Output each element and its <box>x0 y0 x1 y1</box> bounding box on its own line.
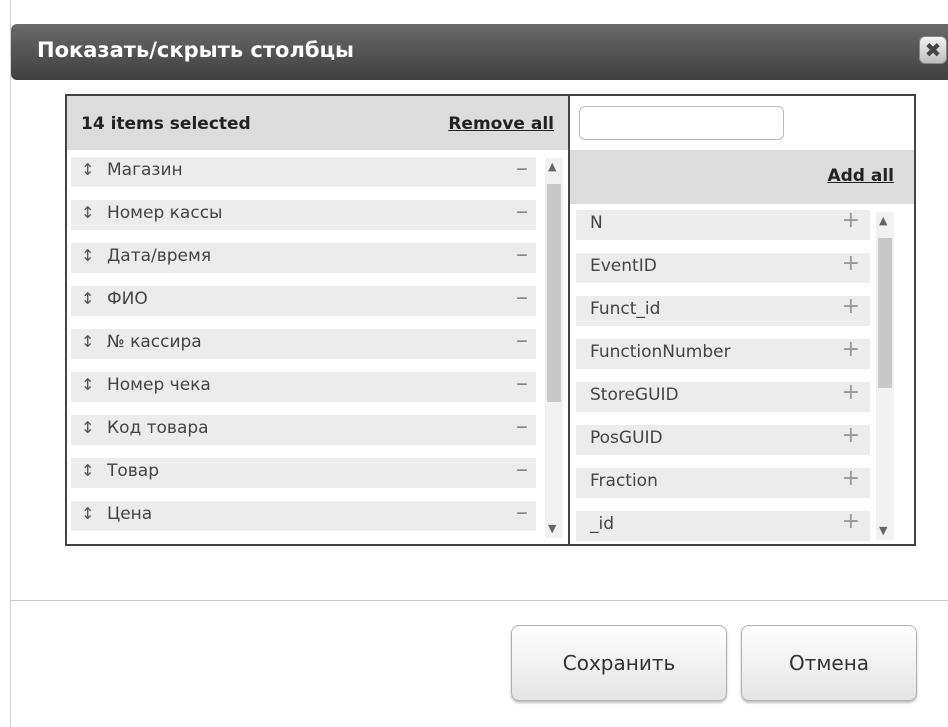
selected-item-label: № кассира <box>107 332 202 352</box>
drag-handle-icon[interactable]: ↕ <box>81 418 94 437</box>
selected-list: ↕ Магазин – ↕ Номер кассы – ↕ Дата/время – ↕ ФИ… <box>67 150 540 544</box>
available-item-label: Funct_id <box>590 299 661 319</box>
scroll-down-icon[interactable]: ▼ <box>548 522 556 535</box>
selected-item[interactable]: ↕ Дата/время – <box>67 236 540 279</box>
selected-item[interactable]: ↕ Магазин – <box>67 150 540 193</box>
available-item[interactable]: Fraction + <box>570 462 872 505</box>
dialog-title: Показать/скрыть столбцы <box>37 38 355 62</box>
remove-item-icon[interactable]: – <box>516 498 528 526</box>
close-icon[interactable]: ✖ <box>919 36 947 64</box>
save-button[interactable]: Сохранить <box>511 625 727 701</box>
add-item-icon[interactable]: + <box>842 466 860 491</box>
selected-columns-panel: 14 items selected Remove all ↕ Магазин – ↕… <box>67 96 568 544</box>
available-item-label: _id <box>590 514 615 534</box>
selected-scroll-thumb[interactable] <box>547 184 561 402</box>
selected-item-label: Цена <box>107 504 153 524</box>
add-item-icon[interactable]: + <box>842 337 860 362</box>
selected-item-label: Товар <box>107 461 160 481</box>
remove-item-icon[interactable]: – <box>516 412 528 440</box>
selected-item-label: ФИО <box>107 289 148 309</box>
remove-item-icon[interactable]: – <box>516 197 528 225</box>
selected-item-label: Номер кассы <box>107 203 223 223</box>
available-item[interactable]: _id + <box>570 505 872 544</box>
drag-handle-icon[interactable]: ↕ <box>81 160 94 179</box>
available-scrollbar[interactable]: ▲ ▼ <box>876 212 894 540</box>
selected-item[interactable]: ↕ Номер кассы – <box>67 193 540 236</box>
selected-item[interactable]: ↕ Номер чека – <box>67 365 540 408</box>
available-item[interactable]: StoreGUID + <box>570 376 872 419</box>
available-item-label: EventID <box>590 256 657 276</box>
add-item-icon[interactable]: + <box>842 509 860 534</box>
remove-all-link[interactable]: Remove all <box>448 114 554 134</box>
add-item-icon[interactable]: + <box>842 423 860 448</box>
selected-count: 14 items selected <box>81 114 251 134</box>
scroll-up-icon[interactable]: ▲ <box>548 160 556 173</box>
remove-item-icon[interactable]: – <box>516 369 528 397</box>
drag-handle-icon[interactable]: ↕ <box>81 332 94 351</box>
available-list: N + EventID + Funct_id + FunctionNumber + St… <box>570 204 872 544</box>
selected-item-label: Код товара <box>107 418 209 438</box>
available-item[interactable]: Funct_id + <box>570 290 872 333</box>
add-all-link[interactable]: Add all <box>827 166 894 186</box>
remove-item-icon[interactable]: – <box>516 283 528 311</box>
selected-item[interactable]: ↕ Товар – <box>67 451 540 494</box>
drag-handle-icon[interactable]: ↕ <box>81 504 94 523</box>
available-item-label: Fraction <box>590 471 658 491</box>
remove-item-icon[interactable]: – <box>516 326 528 354</box>
remove-item-icon[interactable]: – <box>516 154 528 182</box>
remove-item-icon[interactable]: – <box>516 240 528 268</box>
scroll-up-icon[interactable]: ▲ <box>879 214 887 227</box>
selected-item-label: Номер чека <box>107 375 211 395</box>
selected-item-label: Дата/время <box>107 246 212 266</box>
available-item[interactable]: PosGUID + <box>570 419 872 462</box>
selected-item[interactable]: ↕ ФИО – <box>67 279 540 322</box>
selected-item[interactable]: ↕К– <box>67 537 540 544</box>
scroll-down-icon[interactable]: ▼ <box>879 524 887 537</box>
selected-item-label: Магазин <box>107 160 183 180</box>
dialog: Показать/скрыть столбцы ✖ 14 items selec… <box>10 0 948 727</box>
search-input[interactable] <box>579 106 784 140</box>
available-item[interactable]: N + <box>570 204 872 247</box>
drag-handle-icon[interactable]: ↕ <box>81 289 94 308</box>
selected-item[interactable]: ↕ Код товара – <box>67 408 540 451</box>
remove-item-icon[interactable]: – <box>516 455 528 483</box>
selected-item[interactable]: ↕ Цена – <box>67 494 540 537</box>
available-columns-panel: Add all N + EventID + Funct_id + FunctionNu… <box>570 96 914 544</box>
selected-item[interactable]: ↕ № кассира – <box>67 322 540 365</box>
selected-header: 14 items selected Remove all <box>67 96 568 150</box>
add-item-icon[interactable]: + <box>842 380 860 405</box>
column-multiselect: 14 items selected Remove all ↕ Магазин – ↕… <box>65 94 916 546</box>
remove-item-icon[interactable]: – <box>516 541 528 544</box>
cancel-button[interactable]: Отмена <box>741 625 917 701</box>
drag-handle-icon[interactable]: ↕ <box>81 375 94 394</box>
add-item-icon[interactable]: + <box>842 208 860 233</box>
available-item-label: FunctionNumber <box>590 342 731 362</box>
add-item-icon[interactable]: + <box>842 251 860 276</box>
selected-scrollbar[interactable]: ▲ ▼ <box>545 158 563 538</box>
available-item-label: PosGUID <box>590 428 663 448</box>
available-header: Add all <box>570 150 914 204</box>
dialog-titlebar: Показать/скрыть столбцы ✖ <box>11 24 948 80</box>
available-item-label: N <box>590 213 603 233</box>
available-scroll-thumb[interactable] <box>878 238 892 388</box>
footer-divider <box>11 600 948 601</box>
drag-handle-icon[interactable]: ↕ <box>81 461 94 480</box>
drag-handle-icon[interactable]: ↕ <box>81 203 94 222</box>
add-item-icon[interactable]: + <box>842 294 860 319</box>
available-item[interactable]: EventID + <box>570 247 872 290</box>
available-item-label: StoreGUID <box>590 385 679 405</box>
drag-handle-icon[interactable]: ↕ <box>81 246 94 265</box>
available-item[interactable]: FunctionNumber + <box>570 333 872 376</box>
